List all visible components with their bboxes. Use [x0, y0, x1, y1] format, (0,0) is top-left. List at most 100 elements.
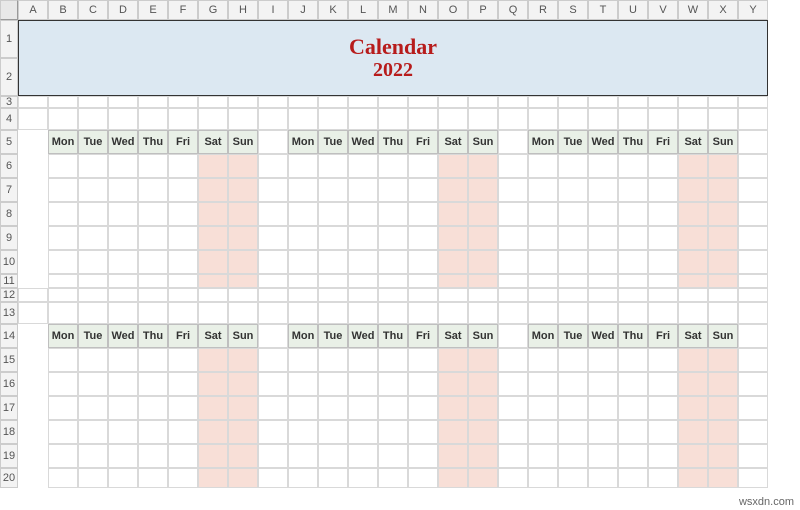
- weekend-cell[interactable]: [438, 348, 468, 372]
- day-cell[interactable]: [588, 274, 618, 288]
- weekend-cell[interactable]: [438, 420, 468, 444]
- day-cell[interactable]: [378, 274, 408, 288]
- day-cell[interactable]: [558, 468, 588, 488]
- weekend-cell[interactable]: [198, 202, 228, 226]
- day-cell[interactable]: [648, 154, 678, 178]
- day-cell[interactable]: [168, 396, 198, 420]
- day-cell[interactable]: [108, 226, 138, 250]
- col-header-K[interactable]: K: [318, 0, 348, 20]
- col-header-V[interactable]: V: [648, 0, 678, 20]
- weekend-cell[interactable]: [438, 178, 468, 202]
- day-cell[interactable]: [318, 348, 348, 372]
- day-cell[interactable]: [168, 250, 198, 274]
- weekend-cell[interactable]: [438, 274, 468, 288]
- day-cell[interactable]: [408, 468, 438, 488]
- weekend-cell[interactable]: [708, 274, 738, 288]
- day-cell[interactable]: [138, 226, 168, 250]
- row-header-2[interactable]: 2: [0, 58, 18, 96]
- day-cell[interactable]: [318, 444, 348, 468]
- col-header-G[interactable]: G: [198, 0, 228, 20]
- day-cell[interactable]: [168, 202, 198, 226]
- day-cell[interactable]: [588, 178, 618, 202]
- weekend-cell[interactable]: [468, 348, 498, 372]
- day-cell[interactable]: [558, 274, 588, 288]
- day-cell[interactable]: [558, 178, 588, 202]
- day-cell[interactable]: [78, 226, 108, 250]
- day-cell[interactable]: [78, 274, 108, 288]
- col-header-W[interactable]: W: [678, 0, 708, 20]
- col-header-X[interactable]: X: [708, 0, 738, 20]
- weekend-cell[interactable]: [468, 274, 498, 288]
- day-cell[interactable]: [558, 444, 588, 468]
- day-cell[interactable]: [618, 178, 648, 202]
- day-cell[interactable]: [528, 202, 558, 226]
- day-cell[interactable]: [588, 250, 618, 274]
- weekend-cell[interactable]: [678, 420, 708, 444]
- weekend-cell[interactable]: [438, 154, 468, 178]
- row-header-13[interactable]: 13: [0, 302, 18, 324]
- weekend-cell[interactable]: [468, 178, 498, 202]
- weekend-cell[interactable]: [678, 154, 708, 178]
- col-header-H[interactable]: H: [228, 0, 258, 20]
- day-cell[interactable]: [648, 250, 678, 274]
- day-cell[interactable]: [348, 468, 378, 488]
- day-cell[interactable]: [348, 372, 378, 396]
- row-header-10[interactable]: 10: [0, 250, 18, 274]
- weekend-cell[interactable]: [678, 202, 708, 226]
- day-cell[interactable]: [318, 250, 348, 274]
- day-cell[interactable]: [648, 372, 678, 396]
- weekend-cell[interactable]: [468, 226, 498, 250]
- day-cell[interactable]: [48, 372, 78, 396]
- day-cell[interactable]: [168, 226, 198, 250]
- weekend-cell[interactable]: [438, 396, 468, 420]
- weekend-cell[interactable]: [678, 372, 708, 396]
- day-cell[interactable]: [618, 250, 648, 274]
- day-cell[interactable]: [48, 468, 78, 488]
- day-cell[interactable]: [108, 202, 138, 226]
- col-header-E[interactable]: E: [138, 0, 168, 20]
- day-cell[interactable]: [528, 444, 558, 468]
- day-cell[interactable]: [588, 420, 618, 444]
- day-cell[interactable]: [138, 396, 168, 420]
- day-cell[interactable]: [528, 274, 558, 288]
- day-cell[interactable]: [348, 348, 378, 372]
- weekend-cell[interactable]: [198, 154, 228, 178]
- day-cell[interactable]: [78, 154, 108, 178]
- day-cell[interactable]: [618, 396, 648, 420]
- col-header-S[interactable]: S: [558, 0, 588, 20]
- day-cell[interactable]: [168, 348, 198, 372]
- day-cell[interactable]: [288, 372, 318, 396]
- day-cell[interactable]: [558, 372, 588, 396]
- day-cell[interactable]: [378, 420, 408, 444]
- weekend-cell[interactable]: [678, 348, 708, 372]
- day-cell[interactable]: [348, 178, 378, 202]
- weekend-cell[interactable]: [198, 348, 228, 372]
- weekend-cell[interactable]: [228, 202, 258, 226]
- weekend-cell[interactable]: [468, 396, 498, 420]
- day-cell[interactable]: [168, 154, 198, 178]
- day-cell[interactable]: [318, 372, 348, 396]
- day-cell[interactable]: [108, 396, 138, 420]
- day-cell[interactable]: [378, 348, 408, 372]
- day-cell[interactable]: [528, 372, 558, 396]
- col-header-Y[interactable]: Y: [738, 0, 768, 20]
- day-cell[interactable]: [108, 154, 138, 178]
- day-cell[interactable]: [108, 348, 138, 372]
- day-cell[interactable]: [138, 444, 168, 468]
- day-cell[interactable]: [48, 154, 78, 178]
- weekend-cell[interactable]: [468, 444, 498, 468]
- row-header-11[interactable]: 11: [0, 274, 18, 288]
- row-header-1[interactable]: 1: [0, 20, 18, 58]
- weekend-cell[interactable]: [198, 396, 228, 420]
- weekend-cell[interactable]: [228, 420, 258, 444]
- day-cell[interactable]: [618, 468, 648, 488]
- day-cell[interactable]: [288, 154, 318, 178]
- day-cell[interactable]: [78, 420, 108, 444]
- day-cell[interactable]: [528, 348, 558, 372]
- day-cell[interactable]: [618, 348, 648, 372]
- day-cell[interactable]: [138, 420, 168, 444]
- day-cell[interactable]: [648, 202, 678, 226]
- col-header-N[interactable]: N: [408, 0, 438, 20]
- weekend-cell[interactable]: [468, 468, 498, 488]
- weekend-cell[interactable]: [678, 444, 708, 468]
